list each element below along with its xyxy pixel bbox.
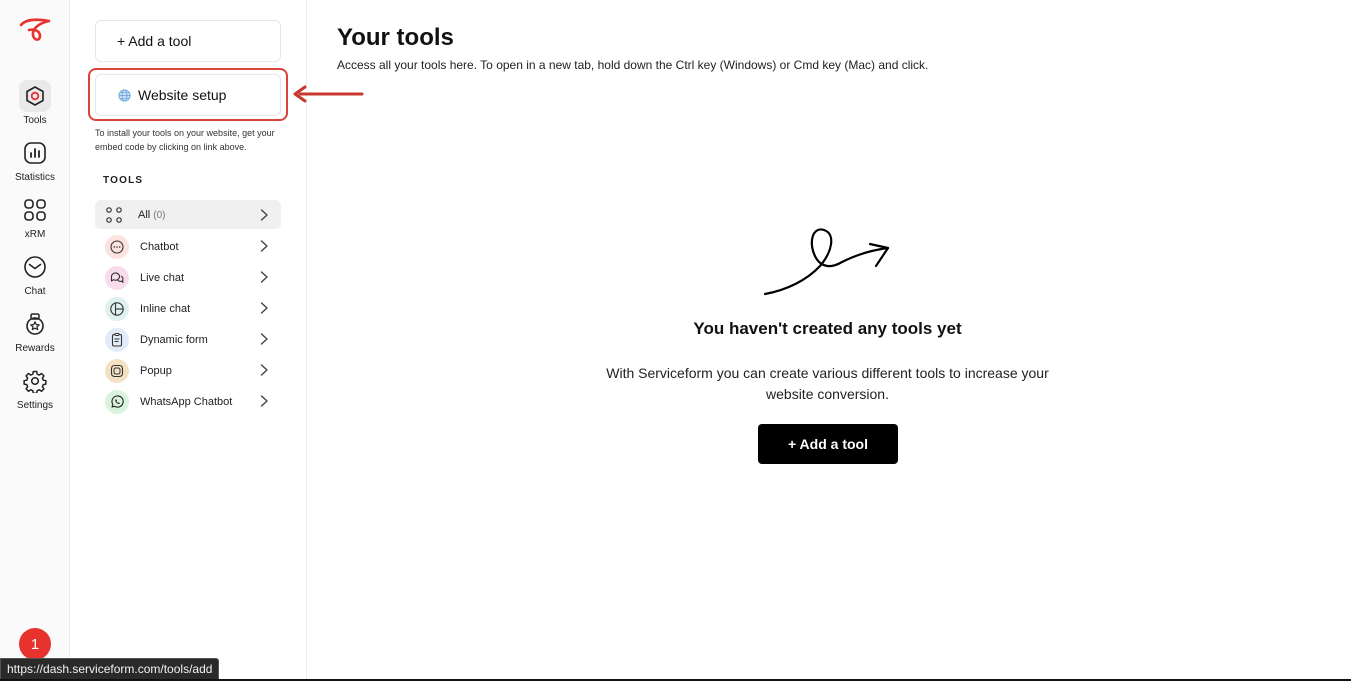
rail-item-chat[interactable]: Chat: [0, 251, 70, 301]
rail-label: Settings: [16, 400, 54, 411]
whatsapp-icon: [105, 389, 129, 414]
install-help-text: To install your tools on your website, g…: [95, 128, 275, 152]
rail-label: Chat: [24, 286, 46, 297]
tools-section-title: TOOLS: [103, 175, 144, 186]
inline-chat-icon: [105, 296, 129, 321]
tools-panel: + Add a tool Website setup To install yo…: [70, 0, 307, 681]
app: Tools Statistics xRM Chat Rewards Settin…: [0, 0, 1351, 681]
chat-icon: [19, 251, 51, 283]
tool-label: Popup: [140, 364, 172, 377]
add-tool-button[interactable]: + Add a tool: [95, 20, 281, 62]
rail-item-tools[interactable]: Tools: [0, 80, 70, 130]
tool-row-inline-chat[interactable]: Inline chat: [95, 293, 281, 324]
all-icon: [105, 203, 123, 227]
tool-label: Inline chat: [140, 302, 191, 315]
add-tool-cta-button[interactable]: + Add a tool: [758, 424, 898, 464]
tool-label: All (0): [138, 208, 166, 221]
tool-row-whatsapp-chatbot[interactable]: WhatsApp Chatbot: [95, 386, 281, 417]
main-content: Your tools Access all your tools here. T…: [307, 0, 1351, 681]
rail-label: Tools: [23, 115, 47, 126]
chatbot-icon: [105, 234, 129, 259]
chevron-right-icon: [260, 364, 268, 376]
chevron-right-icon: [260, 240, 268, 252]
squiggle-arrow-illustration: [763, 228, 890, 296]
dynamic-form-icon: [105, 327, 129, 352]
tool-row-live-chat[interactable]: Live chat: [95, 262, 281, 293]
rail-item-xrm[interactable]: xRM: [0, 194, 70, 244]
website-setup-label: Website setup: [138, 87, 227, 103]
rewards-icon: [19, 308, 51, 340]
statistics-icon: [19, 137, 51, 169]
tool-label: Live chat: [140, 271, 185, 284]
rail-label: Statistics: [14, 172, 55, 183]
chevron-right-icon: [260, 333, 268, 345]
rail-item-settings[interactable]: Settings: [0, 365, 70, 415]
chevron-right-icon: [260, 395, 268, 407]
tool-row-dynamic-form[interactable]: Dynamic form: [95, 324, 281, 355]
tool-row-popup[interactable]: Popup: [95, 355, 281, 386]
empty-state-title: You haven't created any tools yet: [693, 319, 962, 338]
gear-icon: [19, 365, 51, 397]
tool-label: Dynamic form: [140, 333, 208, 346]
chevron-right-icon: [260, 271, 268, 283]
serviceform-logo[interactable]: [18, 16, 52, 46]
nav-rail: Tools Statistics xRM Chat Rewards Settin…: [0, 0, 70, 681]
rail-item-statistics[interactable]: Statistics: [0, 137, 70, 187]
page-subtitle: Access all your tools here. To open in a…: [337, 58, 929, 72]
globe-icon: [118, 88, 131, 102]
tool-label: WhatsApp Chatbot: [140, 395, 233, 408]
rail-label: Rewards: [15, 343, 55, 354]
tools-icon: [19, 80, 51, 112]
tool-row-all[interactable]: All (0): [95, 200, 281, 229]
chevron-right-icon: [260, 302, 268, 314]
rail-item-rewards[interactable]: Rewards: [0, 308, 70, 358]
tool-list: All (0) Chatbot Live chat Inline chat Dy…: [95, 200, 281, 417]
grid-icon: [19, 194, 51, 226]
page-title: Your tools: [337, 24, 454, 51]
tool-label: Chatbot: [140, 240, 179, 253]
website-setup-button[interactable]: Website setup: [95, 74, 281, 116]
status-bar-url: https://dash.serviceform.com/tools/add: [0, 658, 220, 680]
popup-icon: [105, 358, 129, 383]
live-chat-icon: [105, 265, 129, 290]
notification-badge[interactable]: 1: [19, 628, 51, 660]
tool-count: (0): [153, 209, 166, 221]
tool-row-chatbot[interactable]: Chatbot: [95, 231, 281, 262]
empty-state-description: With Serviceform you can create various …: [606, 365, 1049, 402]
rail-label: xRM: [24, 229, 46, 240]
chevron-right-icon: [260, 209, 268, 221]
